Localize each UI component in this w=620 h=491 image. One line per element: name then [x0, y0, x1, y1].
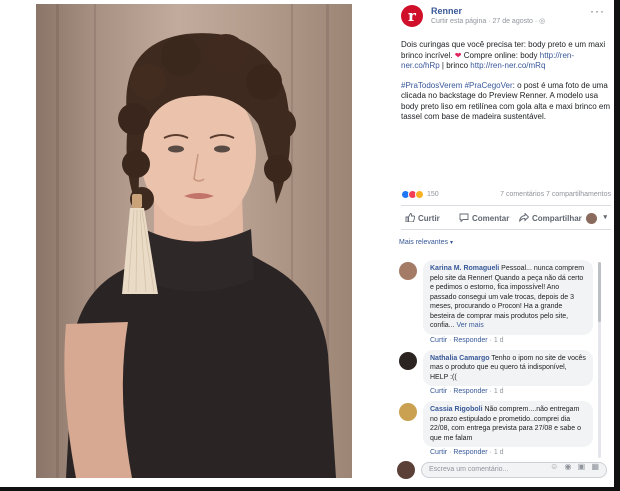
viewer-edge: [614, 0, 620, 491]
like-button[interactable]: Curtir: [405, 213, 440, 223]
comments-list: Karina M. Romagueli Pessoal... nunca com…: [399, 260, 614, 456]
commenter-name[interactable]: Karina M. Romagueli: [430, 265, 499, 272]
post-text-part: Compre online: body: [461, 50, 540, 60]
comment-time: 1 d: [493, 336, 504, 344]
comment-time: 1 d: [493, 449, 504, 456]
commenter-avatar[interactable]: [399, 403, 417, 421]
hashtag-links[interactable]: #PraTodosVerem #PraCegoVer: [401, 81, 513, 90]
comment-reply-link[interactable]: Responder: [453, 449, 487, 456]
comment-reply-link[interactable]: Responder: [453, 388, 487, 395]
divider: [401, 205, 611, 206]
comment-filter-dropdown[interactable]: Mais relevantes ▾: [399, 239, 453, 246]
chevron-down-icon: ▾: [449, 240, 453, 246]
commenter-avatar[interactable]: [399, 351, 417, 370]
comment-text: Pessoal... nunca comprem pelo site da Re…: [430, 265, 585, 329]
comment-filter-label: Mais relevantes: [399, 239, 449, 246]
reactions-summary[interactable]: 150: [401, 190, 439, 199]
page-name-link[interactable]: Renner: [431, 6, 462, 16]
comment-button[interactable]: Comentar: [459, 213, 509, 223]
post-header: r Renner Curtir esta página · 27 de agos…: [401, 4, 611, 30]
comment-time: 1 d: [493, 388, 504, 395]
comment-item: Cassia Rigoboli Não comprem....não entre…: [399, 401, 614, 456]
share-arrow-icon: [519, 213, 529, 222]
actor-avatar[interactable]: [586, 213, 597, 224]
user-avatar: [397, 461, 415, 479]
reactions-count: 150: [427, 191, 439, 198]
scrollbar-thumb[interactable]: [598, 262, 601, 322]
viewer-edge: [0, 487, 620, 491]
post-text-part: | brinco: [439, 61, 471, 70]
post-side-panel: r Renner Curtir esta página · 27 de agos…: [391, 0, 614, 487]
post-meta: Curtir esta página · 27 de agosto · ◎: [431, 17, 545, 25]
comment-composer: Escreva um comentário... ☺ ◉ ▣ ▦: [397, 459, 607, 481]
chevron-down-icon[interactable]: ▾: [603, 213, 607, 221]
commenter-avatar[interactable]: [399, 262, 417, 280]
see-more-link[interactable]: Ver mais: [455, 322, 483, 329]
like-label: Curtir: [418, 214, 440, 223]
share-button[interactable]: Compartilhar: [519, 213, 582, 223]
earring-link[interactable]: http://ren-ner.co/mRq: [470, 61, 545, 70]
commenter-name[interactable]: Nathalia Camargo: [430, 355, 490, 362]
comment-meta: Curtir · Responder · 1 d: [430, 388, 504, 395]
composer-attachment-icons[interactable]: ☺ ◉ ▣ ▦: [550, 462, 601, 471]
share-label: Compartilhar: [532, 214, 582, 223]
post-stats: 150 7 comentários 7 compartilhamentos: [401, 190, 611, 202]
commenter-name[interactable]: Cassia Rigoboli: [430, 406, 483, 413]
comment-item: Nathalia Camargo Tenho o ipom no site de…: [399, 349, 614, 395]
comment-item: Karina M. Romagueli Pessoal... nunca com…: [399, 260, 614, 344]
post-text: Dois curingas que você precisa ter: body…: [401, 40, 611, 132]
comments-scrollbar[interactable]: [598, 262, 601, 458]
facebook-photo-viewer: r Renner Curtir esta página · 27 de agos…: [0, 0, 620, 491]
model-portrait-image: [56, 4, 336, 478]
wow-reaction-icon: [415, 190, 424, 199]
speech-bubble-icon: [459, 213, 469, 222]
renner-logo[interactable]: r: [401, 5, 423, 27]
post-meta-text: Curtir esta página · 27 de agosto ·: [431, 18, 540, 25]
comment-meta: Curtir · Responder · 1 d: [430, 336, 504, 344]
comment-like-link[interactable]: Curtir: [430, 337, 447, 344]
comment-meta: Curtir · Responder · 1 d: [430, 449, 504, 456]
comment-bubble: Cassia Rigoboli Não comprem....não entre…: [423, 401, 593, 447]
post-actions: Curtir Comentar Compartilhar ▾: [401, 211, 611, 227]
comment-bubble: Nathalia Camargo Tenho o ipom no site de…: [423, 349, 593, 386]
comment-like-link[interactable]: Curtir: [430, 449, 447, 456]
globe-icon: ◎: [539, 18, 546, 25]
comment-reply-link[interactable]: Responder: [453, 337, 487, 344]
comments-shares-count[interactable]: 7 comentários 7 compartilhamentos: [500, 191, 611, 198]
heart-icon: ❤: [454, 50, 462, 60]
thumbs-up-icon: [405, 213, 415, 222]
comment-like-link[interactable]: Curtir: [430, 388, 447, 395]
divider: [401, 229, 611, 230]
post-photo[interactable]: [36, 4, 352, 478]
comment-bubble: Karina M. Romagueli Pessoal... nunca com…: [423, 260, 593, 335]
more-options-button[interactable]: ···: [590, 4, 605, 18]
comment-label: Comentar: [472, 214, 510, 223]
